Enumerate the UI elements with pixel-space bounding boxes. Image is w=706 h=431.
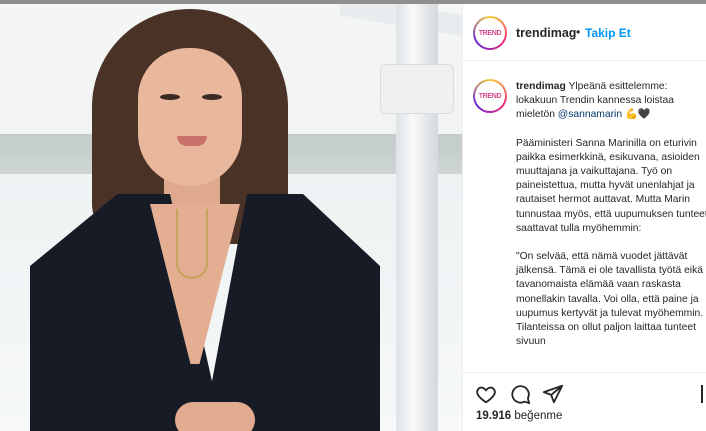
likes-count[interactable]: 19.916 beğenme <box>476 410 562 422</box>
post-sidebar: TREND trendimag • Takip Et TREND trendim… <box>462 4 706 431</box>
likes-number: 19.916 <box>476 410 512 422</box>
post-header: TREND trendimag • Takip Et <box>463 4 706 61</box>
caption-paragraph-2: "On selvää, että nämä vuodet jättävät jä… <box>516 251 704 348</box>
caption-avatar-logo-text: TREND <box>475 81 505 111</box>
caption-paragraph-1: Pääministeri Sanna Marinilla on eturivin… <box>516 137 706 234</box>
comment-icon[interactable] <box>509 383 531 405</box>
bookmark-icon[interactable] <box>701 385 706 403</box>
mention-link[interactable]: @sannamarin <box>558 109 622 120</box>
separator-dot: • <box>576 25 581 39</box>
post-actions: 19.916 beğenme <box>463 372 706 431</box>
post-image[interactable] <box>0 4 462 431</box>
caption-avatar[interactable]: TREND <box>473 79 507 113</box>
heart-icon[interactable] <box>475 383 497 405</box>
post-caption: TREND trendimag Ylpeänä esittelemme: lok… <box>463 62 706 372</box>
profile-avatar[interactable]: TREND <box>473 16 507 50</box>
caption-username-link[interactable]: trendimag <box>516 81 566 92</box>
caption-emojis: 💪🖤 <box>624 109 651 121</box>
follow-button[interactable]: Takip Et <box>585 26 631 40</box>
likes-label: beğenme <box>514 410 563 422</box>
avatar-logo-text: TREND <box>475 18 505 48</box>
caption-text: trendimag Ylpeänä esittelemme: lokakuun … <box>516 80 706 349</box>
share-icon[interactable] <box>542 383 564 405</box>
username-link[interactable]: trendimag <box>516 26 576 40</box>
